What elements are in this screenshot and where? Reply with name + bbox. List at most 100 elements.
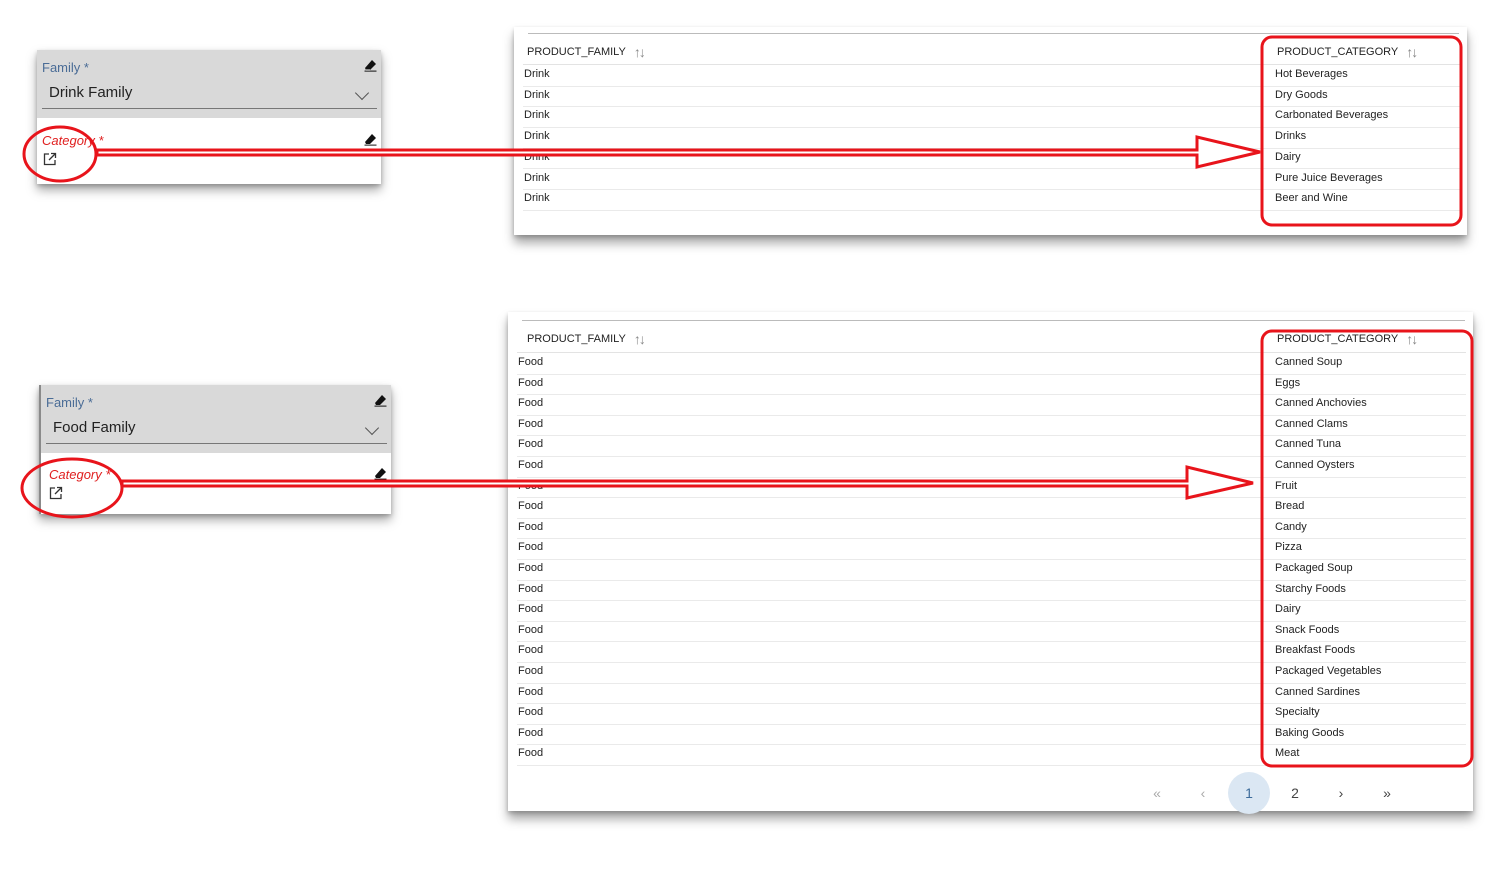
table-row[interactable]: Food Candy <box>517 518 1466 540</box>
column-header-label: PRODUCT_FAMILY <box>527 333 626 345</box>
table-row[interactable]: Drink Drinks <box>523 127 1460 149</box>
chevron-down-icon[interactable] <box>354 85 370 101</box>
column-header-product-category[interactable]: PRODUCT_CATEGORY ↑↓ <box>1277 44 1418 60</box>
table-row[interactable]: Food Fruit <box>517 477 1466 499</box>
column-header-product-family[interactable]: PRODUCT_FAMILY ↑↓ <box>527 44 646 60</box>
last-page-button[interactable]: » <box>1366 772 1408 814</box>
table-row[interactable]: Food Starchy Foods <box>517 580 1466 602</box>
family-field[interactable]: Family * Food Family <box>41 385 391 453</box>
cell-product-category: Dairy <box>1275 150 1301 163</box>
table-row[interactable]: Food Specialty <box>517 703 1466 725</box>
first-page-button[interactable]: « <box>1136 772 1178 814</box>
cell-product-category: Beer and Wine <box>1275 192 1348 205</box>
cell-product-family: Drink <box>524 192 550 205</box>
sort-icon[interactable]: ↑↓ <box>1406 331 1418 347</box>
cell-product-category: Packaged Soup <box>1275 562 1353 574</box>
table-row[interactable]: Food Canned Sardines <box>517 683 1466 705</box>
cell-product-category: Snack Foods <box>1275 623 1340 636</box>
sort-icon[interactable]: ↑↓ <box>634 44 646 60</box>
eraser-icon[interactable] <box>364 133 377 146</box>
eraser-icon[interactable] <box>374 467 387 480</box>
cell-product-family: Food <box>518 541 544 554</box>
cell-product-category: Meat <box>1275 747 1300 760</box>
prev-page-button[interactable]: ‹ <box>1182 772 1224 814</box>
table-row[interactable]: Drink Beer and Wine <box>523 189 1460 211</box>
cell-product-category: Bread <box>1275 500 1305 513</box>
table-row[interactable]: Food Snack Foods <box>517 621 1466 643</box>
cell-product-family: Food <box>518 644 544 657</box>
next-page-button[interactable]: › <box>1320 772 1362 814</box>
category-lookup-table-drink: PRODUCT_FAMILY ↑↓ PRODUCT_CATEGORY ↑↓ Dr… <box>514 27 1467 235</box>
column-header-product-category[interactable]: PRODUCT_CATEGORY ↑↓ <box>1277 331 1418 347</box>
cell-product-family: Food <box>518 397 544 410</box>
table-row[interactable]: Food Baking Goods <box>517 724 1466 746</box>
filter-panel-food: Family * Food Family Category * <box>39 385 391 514</box>
table-row[interactable]: Food Canned Clams <box>517 415 1466 437</box>
cell-product-category: Canned Anchovies <box>1275 397 1367 410</box>
table-row[interactable]: Drink Pure Juice Beverages <box>523 169 1460 191</box>
cell-product-family: Food <box>518 356 544 368</box>
cell-product-family: Food <box>518 623 544 636</box>
chevron-down-icon[interactable] <box>364 420 380 436</box>
category-lookup-table-food: PRODUCT_FAMILY ↑↓ PRODUCT_CATEGORY ↑↓ Fo… <box>508 312 1473 814</box>
cell-product-family: Drink <box>524 109 550 122</box>
table-row[interactable]: Drink Dry Goods <box>523 86 1460 108</box>
eraser-icon[interactable] <box>374 394 387 407</box>
column-header-label: PRODUCT_CATEGORY <box>1277 46 1399 58</box>
family-field[interactable]: Family * Drink Family <box>37 50 381 118</box>
table-top-rule <box>522 320 1465 321</box>
family-select-value[interactable]: Drink Family <box>49 84 132 101</box>
table-row[interactable]: Food Packaged Soup <box>517 559 1466 581</box>
cell-product-family: Drink <box>524 130 550 143</box>
cell-product-category: Dry Goods <box>1275 88 1328 101</box>
table-row[interactable]: Food Eggs <box>517 374 1466 396</box>
cell-product-family: Food <box>518 665 544 677</box>
external-link-icon[interactable] <box>43 152 57 166</box>
table-row[interactable]: Food Dairy <box>517 600 1466 622</box>
eraser-icon[interactable] <box>364 59 377 72</box>
table-row[interactable]: Food Canned Oysters <box>517 456 1466 478</box>
column-header-label: PRODUCT_FAMILY <box>527 46 626 58</box>
page-button-2[interactable]: 2 <box>1274 772 1316 814</box>
table-row[interactable]: Food Canned Soup <box>517 353 1466 375</box>
cell-product-category: Dairy <box>1275 603 1301 616</box>
cell-product-family: Food <box>518 417 544 430</box>
family-select-value[interactable]: Food Family <box>53 419 136 436</box>
cell-product-family: Drink <box>524 68 550 80</box>
table-row[interactable]: Food Canned Tuna <box>517 435 1466 457</box>
cell-product-family: Drink <box>524 171 550 184</box>
table-row[interactable]: Food Pizza <box>517 538 1466 560</box>
table-row[interactable]: Food Bread <box>517 497 1466 519</box>
cell-product-category: Canned Oysters <box>1275 459 1355 471</box>
field-underline <box>46 443 387 444</box>
family-label: Family * <box>42 60 89 75</box>
cell-product-category: Starchy Foods <box>1275 582 1346 595</box>
sort-icon[interactable]: ↑↓ <box>634 331 646 347</box>
table-row[interactable]: Drink Dairy <box>523 148 1460 170</box>
cell-product-family: Food <box>518 479 544 492</box>
table-row[interactable]: Drink Hot Beverages <box>523 65 1460 87</box>
table-row[interactable]: Drink Carbonated Beverages <box>523 106 1460 128</box>
cell-product-category: Candy <box>1275 520 1307 533</box>
cell-product-category: Carbonated Beverages <box>1275 109 1389 122</box>
cell-product-family: Food <box>518 520 544 533</box>
cell-product-family: Food <box>518 603 544 616</box>
sort-icon[interactable]: ↑↓ <box>1406 44 1418 60</box>
family-label: Family * <box>46 395 93 410</box>
cell-product-family: Food <box>518 726 544 739</box>
external-link-icon[interactable] <box>49 486 63 500</box>
cell-product-family: Drink <box>524 150 550 163</box>
cell-product-category: Canned Soup <box>1275 356 1343 368</box>
table-row[interactable]: Food Packaged Vegetables <box>517 662 1466 684</box>
pagination: « ‹ 1 2 › » <box>1136 772 1412 814</box>
page-button-1[interactable]: 1 <box>1228 772 1270 814</box>
cell-product-category: Canned Tuna <box>1275 438 1342 451</box>
table-row[interactable]: Food Meat <box>517 744 1466 766</box>
cell-product-family: Food <box>518 438 544 451</box>
column-header-product-family[interactable]: PRODUCT_FAMILY ↑↓ <box>527 331 646 347</box>
cell-product-category: Drinks <box>1275 130 1307 143</box>
table-top-rule <box>528 33 1459 34</box>
table-row[interactable]: Food Canned Anchovies <box>517 394 1466 416</box>
cell-product-family: Food <box>518 685 544 698</box>
table-row[interactable]: Food Breakfast Foods <box>517 641 1466 663</box>
